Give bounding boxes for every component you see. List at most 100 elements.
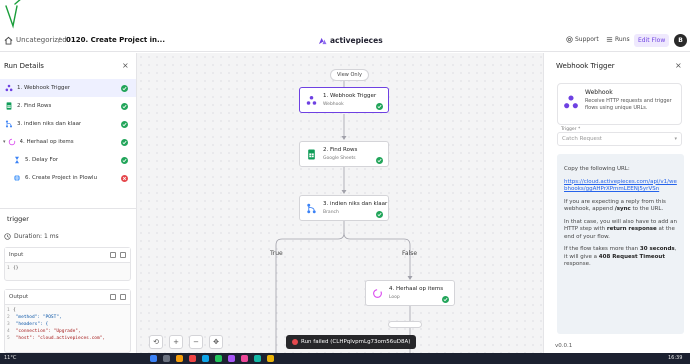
success-check-icon [121,85,128,92]
chevron-down-icon[interactable]: ▾ [3,139,6,145]
run-step-6[interactable]: 6. Create Project in Plowlu [0,169,136,187]
trigger-value: Catch Request [562,136,602,142]
run-step-label: 3. indien niks dan klaar [17,121,82,127]
copy-url-text: Copy the following URL: [564,166,630,172]
duration-row: Duration: 1 ms [4,233,59,240]
app-window: Uncategorized / 0120. Create Project in.… [0,0,690,364]
fit-view-icon[interactable]: ⟲ [149,335,163,349]
globe-icon [13,174,21,182]
app-icon[interactable] [241,355,248,362]
hourglass-icon [15,156,19,164]
http-step-hint: In that case, you will also have to add … [564,218,677,240]
expand-icon[interactable] [120,252,126,258]
sync-hint: If you are expecting a reply from this w… [564,198,666,213]
run-step-label: 6. Create Project in Plowlu [25,175,98,181]
toast-text: Run failed (CLHPqIvpmLg73om56uD8A) [301,339,411,345]
success-check-icon [376,211,383,218]
run-step-3[interactable]: 3. indien niks dan klaar [0,115,136,133]
os-taskbar: 11°C 16:39 [0,353,690,364]
step-settings-title: Webhook Trigger [556,62,615,70]
app-icon[interactable] [254,355,261,362]
app-icon[interactable] [215,355,222,362]
success-check-icon [442,296,449,303]
node-title: 1. Webhook Trigger [323,93,377,99]
flow-node-branch[interactable]: 3. indien niks dan klaar Branch [299,195,389,221]
node-subtitle: Loop [389,295,400,300]
run-details-panel: Run Details × 1. Webhook Trigger 2. Find… [0,53,137,353]
webhook-url-link[interactable]: https://cloud.activepieces.com/api/v1/we… [564,179,677,193]
flow-node-webhook-trigger[interactable]: 1. Webhook Trigger Webhook [299,87,389,113]
activepieces-logo-icon [318,37,327,44]
loop-body-pill [388,321,422,328]
search-icon[interactable] [163,355,170,362]
brand-name: activepieces [330,36,383,45]
expand-icon[interactable] [120,294,126,300]
google-sheets-icon [308,149,315,160]
avatar[interactable]: B [674,34,687,47]
output-box: Output 1{ 2 "method": "POST", 3 "headers… [4,289,131,353]
zoom-out-icon[interactable]: − [189,335,203,349]
close-icon[interactable]: × [675,61,682,70]
flow-node-find-rows[interactable]: 2. Find Rows Google Sheets [299,141,389,167]
input-label: Input [9,252,24,258]
run-details-title: Run Details [4,62,44,70]
branch-icon [5,120,13,128]
trigger-select[interactable]: Catch Request ▾ [557,132,682,146]
node-subtitle: Google Sheets [323,156,356,161]
run-step-2[interactable]: 2. Find Rows [0,97,136,115]
app-icon[interactable] [267,355,274,362]
loop-icon [373,289,382,298]
input-header: Input [5,248,130,263]
help-icon [566,36,573,43]
run-step-label: 5. Delay For [25,157,59,163]
run-step-label: 4. Herhaal op items [19,139,74,145]
weather-widget[interactable]: 11°C [4,355,16,361]
flow-name[interactable]: 0120. Create Project in... [66,36,165,44]
home-icon[interactable] [4,36,13,45]
output-label: Output [9,294,29,300]
run-step-4[interactable]: ▾ 4. Herhaal op items [0,133,136,151]
webhook-icon [564,95,578,109]
runs-button[interactable]: Runs [606,36,630,43]
node-title: 4. Herhaal op items [389,286,444,292]
support-button[interactable]: Support [566,36,599,43]
step-settings-panel: Webhook Trigger × Webhook Receive HTTP r… [543,53,690,353]
success-check-icon [121,121,128,128]
failed-x-icon [121,175,128,182]
explorer-icon[interactable] [176,355,183,362]
run-step-5[interactable]: 5. Delay For [0,151,136,169]
copy-icon[interactable] [110,252,116,258]
output-code: 1{ 2 "method": "POST", 3 "headers": { 4 … [7,308,106,341]
view-only-badge: View Only [330,69,369,81]
flow-canvas[interactable]: View Only 1. Webhook Trigger Webhook 2. … [137,53,543,353]
edit-flow-button[interactable]: Edit Flow [634,34,670,47]
support-label: Support [575,36,599,43]
panel-divider [0,208,136,209]
chevron-down-icon: ▾ [674,136,677,142]
run-step-1[interactable]: 1. Webhook Trigger [0,79,136,97]
app-icon[interactable] [228,355,235,362]
success-check-icon [121,139,128,146]
node-title: 2. Find Rows [323,147,358,153]
webhook-info-box: Copy the following URL: https://cloud.ac… [557,154,684,334]
pan-icon[interactable]: ✥ [209,335,223,349]
clock: 16:39 [668,355,683,361]
input-code: 1{} [7,266,19,271]
node-subtitle: Webhook [323,102,344,107]
zoom-in-icon[interactable]: + [169,335,183,349]
flow-node-loop[interactable]: 4. Herhaal op items Loop [365,280,455,306]
copy-icon[interactable] [110,294,116,300]
branch-icon [307,203,316,214]
run-failed-toast[interactable]: Run failed (CLHPqIvpmLg73om56uD8A) [286,335,417,349]
edge-icon[interactable] [202,355,209,362]
start-icon[interactable] [150,355,157,362]
piece-description: Receive HTTP requests and trigger flows … [585,98,672,111]
input-box: Input 1{} [4,247,131,281]
piece-version: v0.0.1 [555,343,573,349]
piece-card: Webhook Receive HTTP requests and trigge… [557,83,682,125]
chrome-icon[interactable] [189,355,196,362]
selected-step-header: trigger [4,215,29,225]
run-step-label: 1. Webhook Trigger [17,85,71,91]
brand-logo: activepieces [318,36,383,45]
close-icon[interactable]: × [122,61,129,70]
